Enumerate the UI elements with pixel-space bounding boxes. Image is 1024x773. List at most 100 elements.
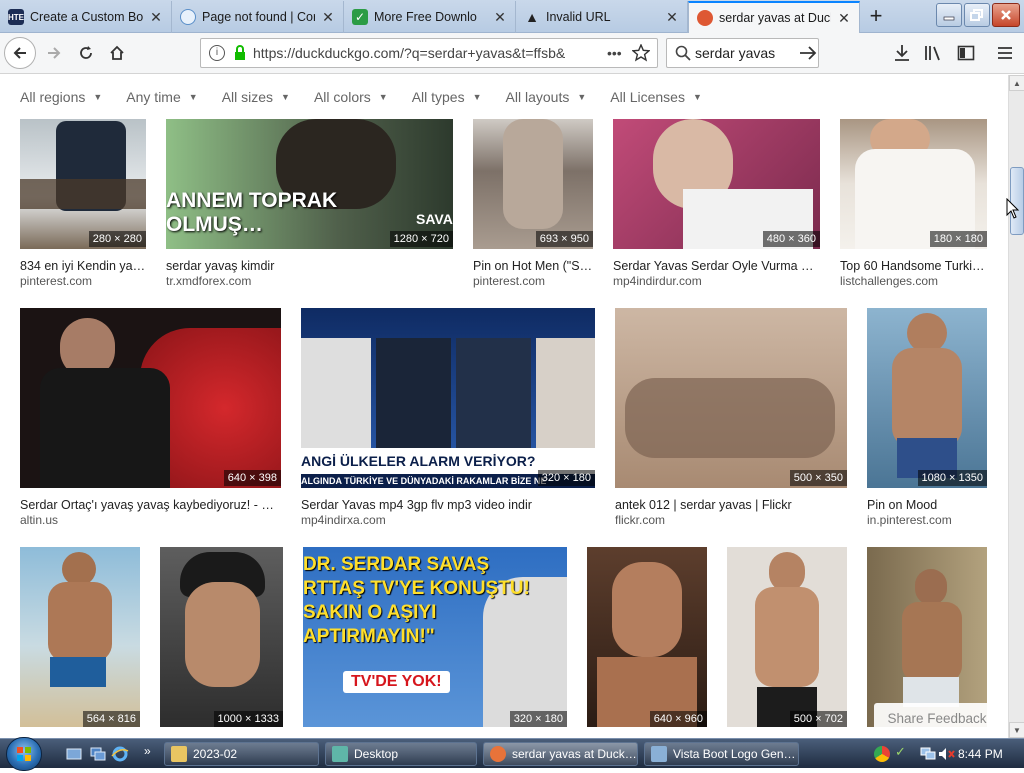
result-thumbnail[interactable] bbox=[615, 308, 847, 488]
filter-sizes[interactable]: All sizes ▼ bbox=[222, 89, 290, 105]
result-caption[interactable]: 834 en iyi Kendin ya… bbox=[20, 259, 146, 273]
checkmark-tray-icon[interactable]: ✓ bbox=[895, 744, 906, 760]
result-caption[interactable]: Serdar Yavas Serdar Oyle Vurma … bbox=[613, 259, 820, 273]
scroll-up-arrow-icon[interactable]: ▲ bbox=[1009, 75, 1024, 91]
result-source[interactable]: listchallenges.com bbox=[840, 274, 987, 288]
filter-layouts[interactable]: All layouts ▼ bbox=[506, 89, 587, 105]
result-source[interactable]: in.pinterest.com bbox=[867, 513, 987, 527]
network-icon[interactable] bbox=[920, 747, 936, 761]
bookmark-star-icon[interactable] bbox=[631, 44, 650, 62]
minimize-button[interactable] bbox=[936, 3, 962, 27]
result-caption[interactable]: Serdar Yavas mp4 3gp flv mp3 video indir bbox=[301, 498, 595, 512]
filter-licenses[interactable]: All Licenses ▼ bbox=[610, 89, 702, 105]
tab-serdar-yavas[interactable]: serdar yavas at DuckD ✕ bbox=[688, 1, 860, 33]
start-button[interactable] bbox=[6, 737, 42, 771]
result-source[interactable]: flickr.com bbox=[615, 513, 847, 527]
result-caption[interactable]: antek 012 | serdar yavas | Flickr bbox=[615, 498, 847, 512]
taskbar-item-desktop[interactable]: Desktop bbox=[325, 742, 477, 766]
result-source[interactable]: mp4indirxa.com bbox=[301, 513, 595, 527]
result-source[interactable]: tr.xmdforex.com bbox=[166, 274, 453, 288]
filter-regions[interactable]: All regions ▼ bbox=[20, 89, 102, 105]
image-result[interactable]: 500 × 702 bbox=[727, 547, 847, 727]
close-tab-icon[interactable]: ✕ bbox=[665, 10, 679, 24]
result-thumbnail[interactable] bbox=[867, 308, 987, 488]
chrome-tray-icon[interactable] bbox=[874, 746, 890, 762]
result-thumbnail[interactable] bbox=[840, 119, 987, 249]
tab-custom-book[interactable]: HTE Create a Custom Boo ✕ bbox=[0, 1, 172, 33]
image-result[interactable]: 500 × 350 antek 012 | serdar yavas | Fli… bbox=[615, 308, 847, 528]
taskbar-item-vista-boot[interactable]: Vista Boot Logo Gen… bbox=[644, 742, 799, 766]
image-result[interactable]: ANNEM TOPRAK OLMUŞ… SAVAŞ 1280 × 720 ser… bbox=[166, 119, 453, 289]
downloads-icon[interactable] bbox=[893, 44, 911, 62]
search-go-arrow-icon[interactable] bbox=[799, 45, 817, 61]
new-tab-button[interactable]: + bbox=[862, 4, 890, 30]
image-result[interactable]: ANGİ ÜLKELER ALARM VERİYOR? ALGINDA TÜRK… bbox=[301, 308, 595, 528]
result-source[interactable]: pinterest.com bbox=[473, 274, 593, 288]
menu-icon[interactable] bbox=[996, 44, 1014, 62]
result-source[interactable]: altin.us bbox=[20, 513, 281, 527]
search-bar[interactable] bbox=[666, 38, 819, 68]
result-thumbnail[interactable]: ANGİ ÜLKELER ALARM VERİYOR? ALGINDA TÜRK… bbox=[301, 308, 595, 488]
share-feedback-button[interactable]: Share Feedback bbox=[874, 703, 1000, 733]
image-result[interactable] bbox=[867, 547, 987, 727]
image-result[interactable]: 564 × 816 bbox=[20, 547, 140, 727]
result-caption[interactable]: Serdar Ortaç'ı yavaş yavaş kaybediyoruz!… bbox=[20, 498, 281, 512]
taskbar-item-firefox[interactable]: serdar yavas at Duck… bbox=[483, 742, 638, 766]
internet-explorer-icon[interactable] bbox=[111, 745, 129, 763]
taskbar-clock[interactable]: 8:44 PM bbox=[958, 747, 1003, 761]
info-icon[interactable]: i bbox=[209, 45, 225, 61]
filter-time[interactable]: Any time ▼ bbox=[126, 89, 197, 105]
volume-muted-icon[interactable] bbox=[938, 747, 956, 761]
result-caption[interactable]: Pin on Mood bbox=[867, 498, 987, 512]
result-thumbnail[interactable] bbox=[20, 308, 281, 488]
close-tab-icon[interactable]: ✕ bbox=[149, 10, 163, 24]
quick-launch-overflow-icon[interactable]: » bbox=[144, 744, 151, 758]
image-result[interactable]: 1080 × 1350 Pin on Mood in.pinterest.com bbox=[867, 308, 987, 528]
show-desktop-icon[interactable] bbox=[66, 747, 82, 761]
result-caption[interactable]: Pin on Hot Men ("S… bbox=[473, 259, 593, 273]
result-thumbnail[interactable] bbox=[613, 119, 820, 249]
url-text[interactable]: https://duckduckgo.com/?q=serdar+yavas&t… bbox=[253, 45, 599, 61]
scroll-down-arrow-icon[interactable]: ▼ bbox=[1009, 722, 1024, 738]
result-thumbnail[interactable] bbox=[20, 547, 140, 727]
reload-button[interactable] bbox=[72, 39, 100, 67]
search-input[interactable] bbox=[695, 45, 787, 61]
result-caption[interactable]: Top 60 Handsome Turki… bbox=[840, 259, 987, 273]
result-source[interactable]: pinterest.com bbox=[20, 274, 146, 288]
close-window-button[interactable] bbox=[992, 3, 1020, 27]
result-source[interactable]: mp4indirdur.com bbox=[613, 274, 820, 288]
tab-page-not-found[interactable]: Page not found | Cor ✕ bbox=[172, 1, 344, 33]
restore-button[interactable] bbox=[964, 3, 990, 27]
image-result[interactable]: 1000 × 1333 bbox=[160, 547, 283, 727]
tab-invalid-url[interactable]: ▲ Invalid URL ✕ bbox=[516, 1, 688, 33]
result-thumbnail[interactable] bbox=[587, 547, 707, 727]
home-button[interactable] bbox=[103, 39, 131, 67]
result-thumbnail[interactable]: ANNEM TOPRAK OLMUŞ… SAVAŞ bbox=[166, 119, 453, 249]
url-bar[interactable]: i https://duckduckgo.com/?q=serdar+yavas… bbox=[200, 38, 658, 68]
filter-types[interactable]: All types ▼ bbox=[412, 89, 482, 105]
image-result[interactable]: 640 × 398 Serdar Ortaç'ı yavaş yavaş kay… bbox=[20, 308, 281, 528]
taskbar-item-folder[interactable]: 2023-02 bbox=[164, 742, 319, 766]
result-thumbnail[interactable] bbox=[473, 119, 593, 249]
image-result[interactable]: 280 × 280 834 en iyi Kendin ya… pinteres… bbox=[20, 119, 146, 289]
result-thumbnail[interactable]: DR. SERDAR SAVAŞ RTTAŞ TV'YE KONUŞTU! SA… bbox=[303, 547, 567, 727]
forward-button[interactable] bbox=[40, 39, 68, 67]
image-result[interactable]: 480 × 360 Serdar Yavas Serdar Oyle Vurma… bbox=[613, 119, 820, 289]
close-tab-icon[interactable]: ✕ bbox=[493, 10, 507, 24]
image-result[interactable]: 640 × 960 bbox=[587, 547, 707, 727]
result-caption[interactable]: serdar yavaş kimdir bbox=[166, 259, 453, 273]
result-thumbnail[interactable] bbox=[867, 547, 987, 727]
image-result[interactable]: DR. SERDAR SAVAŞ RTTAŞ TV'YE KONUŞTU! SA… bbox=[303, 547, 567, 727]
switch-windows-icon[interactable] bbox=[90, 747, 106, 761]
result-thumbnail[interactable] bbox=[20, 119, 146, 249]
vertical-scrollbar[interactable]: ▲ ▼ bbox=[1008, 75, 1024, 738]
image-result[interactable]: 180 × 180 Top 60 Handsome Turki… listcha… bbox=[840, 119, 987, 289]
close-tab-icon[interactable]: ✕ bbox=[321, 10, 335, 24]
result-thumbnail[interactable] bbox=[727, 547, 847, 727]
filter-colors[interactable]: All colors ▼ bbox=[314, 89, 388, 105]
sidebar-icon[interactable] bbox=[957, 44, 975, 62]
library-icon[interactable] bbox=[924, 44, 944, 62]
image-result[interactable]: 693 × 950 Pin on Hot Men ("S… pinterest.… bbox=[473, 119, 593, 289]
close-tab-icon[interactable]: ✕ bbox=[837, 11, 851, 25]
tab-free-downloads[interactable]: ✓ More Free Downlo ✕ bbox=[344, 1, 516, 33]
